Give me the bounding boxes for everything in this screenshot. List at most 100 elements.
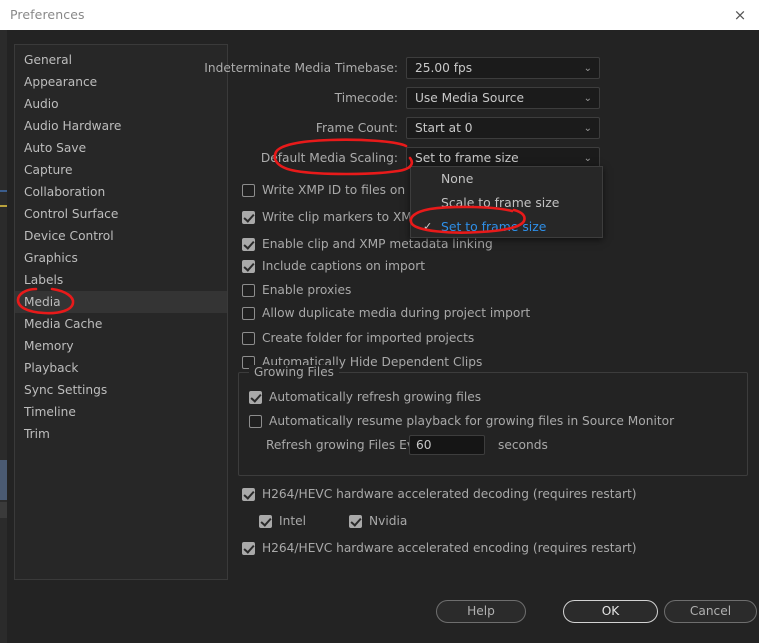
checkbox-allow-duplicate-media-during-project-import[interactable]: Allow duplicate media during project imp… — [242, 303, 530, 323]
sidebar-item-control-surface[interactable]: Control Surface — [15, 203, 227, 225]
checkbox-include-captions-on-import[interactable]: Include captions on import — [242, 256, 425, 276]
checkbox-box[interactable] — [242, 211, 255, 224]
sidebar-item-label: Trim — [24, 427, 50, 441]
chevron-down-icon[interactable]: ⌄ — [584, 58, 592, 78]
dialog-footer: Help OK Cancel — [0, 596, 759, 643]
growing-files-title: Growing Files — [249, 365, 339, 379]
menu-option-scale-to-frame-size[interactable]: Scale to frame size — [411, 191, 602, 215]
checkbox-label: Intel — [279, 514, 306, 528]
checkbox-label: Enable proxies — [262, 283, 352, 297]
default-media-scaling-dropdown-menu[interactable]: None Scale to frame size ✓ Set to frame siz… — [410, 166, 603, 238]
checkbox-auto-refresh-growing-files[interactable]: Automatically refresh growing files — [249, 387, 481, 407]
sidebar-item-label: Labels — [24, 273, 64, 287]
select-2[interactable]: Start at 0 ⌄ — [406, 117, 600, 139]
sidebar-item-audio-hardware[interactable]: Audio Hardware — [15, 115, 227, 137]
sidebar-item-audio[interactable]: Audio — [15, 93, 227, 115]
select-label: Indeterminate Media Timebase: — [204, 61, 398, 75]
sidebar-item-media[interactable]: Media — [15, 291, 227, 313]
select-row-0: Indeterminate Media Timebase: 25.00 fps ⌄ — [204, 57, 600, 79]
checkbox-label: Include captions on import — [262, 259, 426, 273]
sidebar-item-labels[interactable]: Labels — [15, 269, 227, 291]
background-strip-yellow — [0, 205, 7, 207]
refresh-interval-unit: seconds — [498, 438, 548, 452]
sidebar-item-collaboration[interactable]: Collaboration — [15, 181, 227, 203]
sidebar-item-timeline[interactable]: Timeline — [15, 401, 227, 423]
menu-option-label: Scale to frame size — [441, 195, 560, 210]
close-icon[interactable]: × — [729, 4, 751, 26]
title-bar: Preferences × — [0, 0, 759, 30]
sidebar-item-media-cache[interactable]: Media Cache — [15, 313, 227, 335]
check-icon: ✓ — [423, 220, 433, 233]
chevron-down-icon[interactable]: ⌄ — [584, 88, 592, 108]
window-title: Preferences — [10, 7, 85, 22]
sidebar-item-label: Capture — [24, 163, 73, 177]
background-app-strip — [0, 30, 7, 643]
sidebar-item-label: Media Cache — [24, 317, 103, 331]
select-1[interactable]: Use Media Source ⌄ — [406, 87, 600, 109]
cancel-button[interactable]: Cancel — [664, 600, 757, 623]
sidebar-item-general[interactable]: General — [15, 49, 227, 71]
checkbox-enable-proxies[interactable]: Enable proxies — [242, 280, 351, 300]
checkbox-box[interactable] — [242, 260, 255, 273]
media-preferences-pane: Indeterminate Media Timebase: 25.00 fps ⌄ T… — [204, 44, 748, 580]
checkbox-label: Allow duplicate media during project imp… — [262, 306, 531, 320]
checkbox-box[interactable] — [249, 415, 262, 428]
checkbox-hw-decoding[interactable]: H264/HEVC hardware accelerated decoding … — [242, 484, 637, 504]
background-strip-blue — [0, 190, 7, 192]
sidebar-list: General Appearance Audio Audio Hardware Auto… — [15, 45, 227, 445]
checkbox-label: H264/HEVC hardware accelerated encoding … — [262, 541, 637, 555]
menu-option-set-to-frame-size[interactable]: ✓ Set to frame size — [411, 215, 602, 239]
sidebar-item-auto-save[interactable]: Auto Save — [15, 137, 227, 159]
select-row-2: Frame Count: Start at 0 ⌄ — [316, 117, 600, 139]
checkbox-box[interactable] — [242, 307, 255, 320]
help-button[interactable]: Help — [436, 600, 526, 623]
checkbox-box[interactable] — [259, 515, 272, 528]
checkbox-hw-nvidia[interactable]: Nvidia — [349, 511, 407, 531]
checkbox-hw-intel[interactable]: Intel — [259, 511, 306, 531]
checkbox-write-clip-markers-to-xmp[interactable]: Write clip markers to XMP — [242, 207, 419, 227]
sidebar-item-appearance[interactable]: Appearance — [15, 71, 227, 93]
sidebar-item-label: Audio Hardware — [24, 119, 122, 133]
select-row-1: Timecode: Use Media Source ⌄ — [335, 87, 600, 109]
sidebar-item-playback[interactable]: Playback — [15, 357, 227, 379]
chevron-down-icon[interactable]: ⌄ — [584, 118, 592, 138]
checkbox-box[interactable] — [349, 515, 362, 528]
ok-button[interactable]: OK — [563, 600, 658, 623]
checkbox-hw-encoding[interactable]: H264/HEVC hardware accelerated encoding … — [242, 538, 637, 558]
checkbox-create-folder-for-imported-projects[interactable]: Create folder for imported projects — [242, 328, 474, 348]
select-0[interactable]: 25.00 fps ⌄ — [406, 57, 600, 79]
checkbox-box[interactable] — [242, 184, 255, 197]
sidebar-item-label: Collaboration — [24, 185, 106, 199]
checkbox-box[interactable] — [249, 391, 262, 404]
checkbox-label: Enable clip and XMP metadata linking — [262, 237, 493, 251]
sidebar-item-graphics[interactable]: Graphics — [15, 247, 227, 269]
checkbox-box[interactable] — [242, 284, 255, 297]
menu-option-none[interactable]: None — [411, 167, 602, 191]
select-label: Timecode: — [334, 91, 398, 105]
sidebar-item-label: Timeline — [24, 405, 76, 419]
menu-option-label: Set to frame size — [441, 219, 547, 234]
sidebar-item-trim[interactable]: Trim — [15, 423, 227, 445]
checkbox-label: Write clip markers to XMP — [262, 210, 420, 224]
checkbox-box[interactable] — [242, 238, 255, 251]
sidebar-item-sync-settings[interactable]: Sync Settings — [15, 379, 227, 401]
checkbox-box[interactable] — [242, 488, 255, 501]
sidebar-item-label: Appearance — [24, 75, 98, 89]
sidebar-item-device-control[interactable]: Device Control — [15, 225, 227, 247]
checkbox-label: Create folder for imported projects — [262, 331, 475, 345]
sidebar-item-capture[interactable]: Capture — [15, 159, 227, 181]
select-value: Start at 0 — [415, 121, 473, 135]
sidebar-item-label: Device Control — [24, 229, 114, 243]
refresh-interval-input[interactable]: 60 — [409, 435, 485, 455]
sidebar-item-memory[interactable]: Memory — [15, 335, 227, 357]
select-label: Default Media Scaling: — [260, 151, 398, 165]
menu-option-label: None — [441, 171, 474, 186]
checkbox-auto-resume-playback[interactable]: Automatically resume playback for growin… — [249, 411, 674, 431]
sidebar-item-label: Control Surface — [24, 207, 119, 221]
preferences-category-list[interactable]: General Appearance Audio Audio Hardware Auto… — [14, 44, 228, 580]
checkbox-box[interactable] — [242, 542, 255, 555]
background-strip-selection — [0, 460, 7, 500]
checkbox-box[interactable] — [242, 332, 255, 345]
checkbox-label: Nvidia — [369, 514, 408, 528]
sidebar-item-label: Auto Save — [24, 141, 87, 155]
